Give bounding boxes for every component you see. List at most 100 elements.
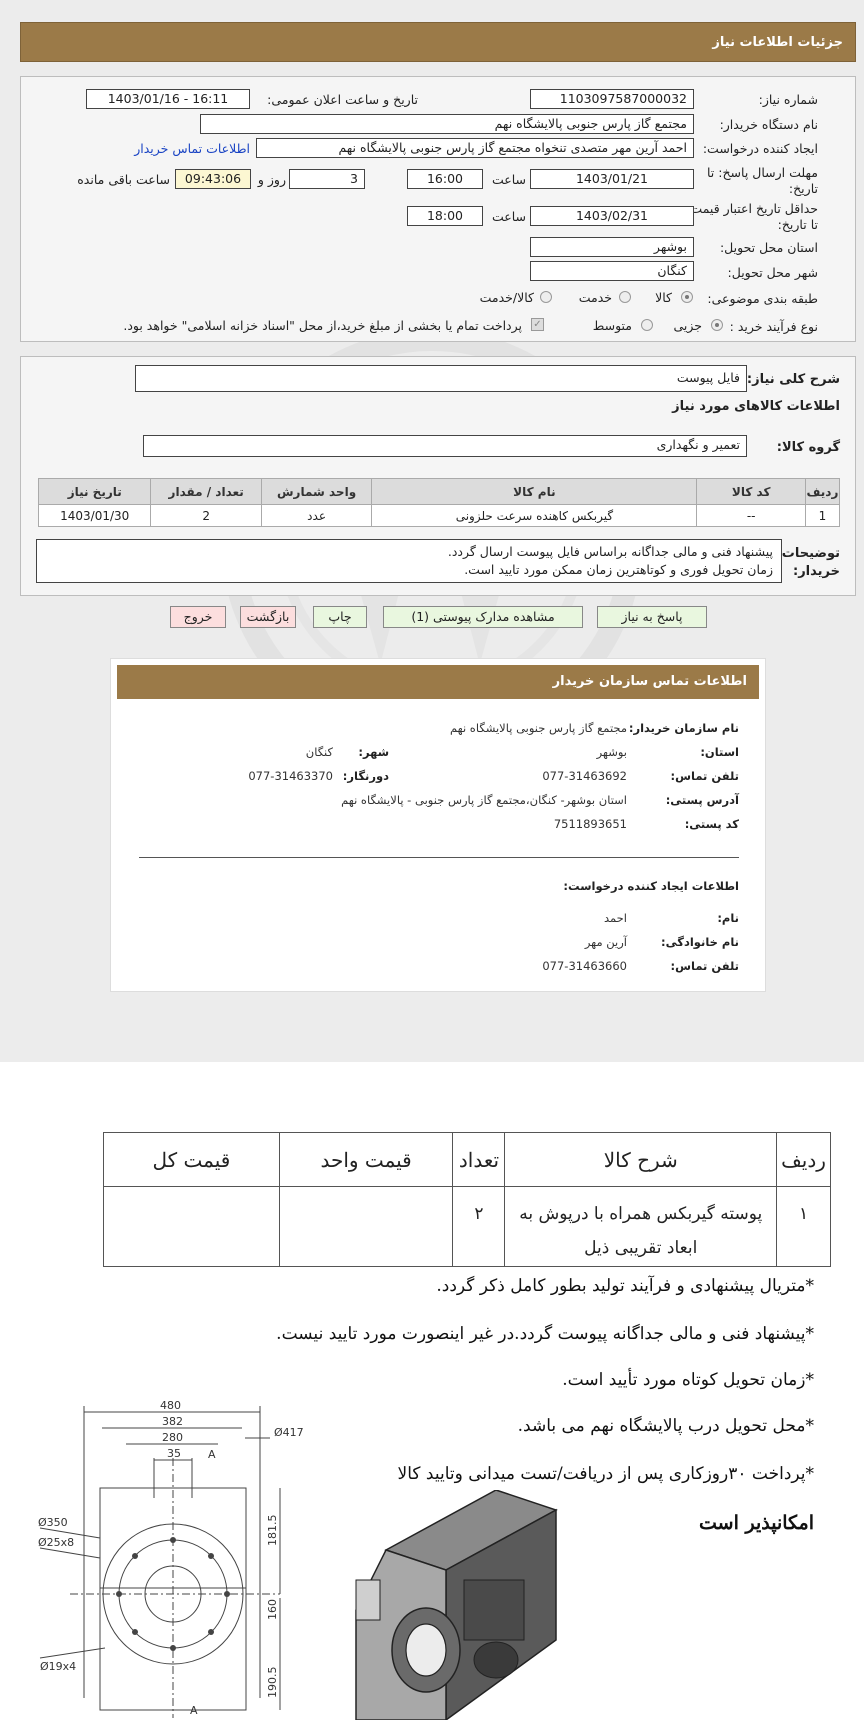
- contact-postal: 7511893651: [553, 817, 627, 831]
- contact-fax-label: دورنگار:: [342, 769, 389, 783]
- doc-note-2: *پیشنهاد فنی و مالی جداگانه پیوست گردد.د…: [276, 1324, 814, 1344]
- group-field[interactable]: تعمیر و نگهداری: [143, 435, 747, 457]
- table-row: ١ پوسته گیربکس همراه با درپوش به ابعاد ت…: [103, 1186, 831, 1267]
- deadline-time-field[interactable]: 16:00: [407, 169, 483, 189]
- doc-note-4: *محل تحویل درب پالایشگاه نهم می باشد.: [517, 1416, 814, 1436]
- table-row[interactable]: 1 -- گیربکس کاهنده سرعت حلزونی عدد 2 140…: [37, 504, 841, 527]
- process-radio-medium[interactable]: [641, 319, 653, 331]
- doc-cell-desc: پوسته گیربکس همراه با درپوش به ابعاد تقر…: [504, 1186, 778, 1267]
- process-option-medium: متوسط: [592, 318, 632, 333]
- validity-time-label: ساعت: [491, 209, 526, 224]
- buyer-org-field[interactable]: مجتمع گاز پارس جنوبی پالایشگاه نهم: [200, 114, 694, 134]
- cell-quantity: 2: [150, 504, 262, 527]
- cell-row-num: 1: [804, 504, 841, 527]
- validity-label: حداقل تاریخ اعتبار قیمت: تا تاریخ:: [686, 201, 818, 232]
- category-radio-both[interactable]: [540, 291, 552, 303]
- doc-cell-qty: ٢: [452, 1186, 506, 1267]
- city-field[interactable]: کنگان: [530, 261, 694, 281]
- category-option-goods: کالا: [655, 290, 672, 305]
- dim-dia-417: Ø417: [274, 1426, 304, 1439]
- contact-header: اطلاعات تماس سازمان خریدار: [117, 665, 759, 699]
- dim-dia-25x8: Ø25x8: [38, 1536, 74, 1549]
- page-title: جزئیات اطلاعات نیاز: [20, 22, 856, 62]
- col-item-code: کد کالا: [696, 478, 806, 505]
- items-heading: اطلاعات کالاهای مورد نیاز: [672, 399, 840, 414]
- payment-note: پرداخت تمام یا بخشی از مبلغ خرید،از محل …: [123, 318, 522, 333]
- gearbox-housing-render: [355, 1490, 558, 1720]
- contact-phone: 077-31463692: [542, 769, 627, 783]
- buyer-notes-field: پیشنهاد فنی و مالی جداگانه براساس فایل پ…: [36, 539, 782, 583]
- contact-address: استان بوشهر- کنگان،مجتمع گاز پارس جنوبی …: [341, 793, 627, 807]
- doc-note-3: *زمان تحویل کوتاه مورد تأیید است.: [562, 1370, 814, 1390]
- requester-phone-label: تلفن تماس:: [670, 959, 739, 973]
- contact-org: مجتمع گاز پارس جنوبی پالایشگاه نهم: [450, 721, 627, 735]
- dim-190-5: 190.5: [266, 1667, 279, 1699]
- reply-button[interactable]: پاسخ به نیاز: [597, 606, 707, 628]
- announce-field[interactable]: 1403/01/16 - 16:11: [86, 89, 250, 109]
- requester-name-label: نام:: [717, 911, 739, 925]
- validity-date-field[interactable]: 1403/02/31: [530, 206, 694, 226]
- requester-phone: 077-31463660: [542, 959, 627, 973]
- process-option-minor: جزیی: [673, 318, 702, 333]
- doc-col-unit-price: قیمت واحد: [278, 1132, 454, 1187]
- days-field[interactable]: 3: [289, 169, 365, 189]
- requester-family: آرین مهر: [584, 935, 627, 949]
- dim-160: 160: [266, 1599, 279, 1620]
- contact-city: کنگان: [305, 745, 333, 759]
- items-table: ردیف کد کالا نام کالا واحد شمارش تعداد /…: [37, 478, 841, 527]
- col-unit: واحد شمارش: [260, 478, 373, 505]
- doc-col-total-price: قیمت کل: [103, 1132, 280, 1187]
- contact-province: بوشهر: [596, 745, 627, 759]
- exit-button[interactable]: خروج: [170, 606, 226, 628]
- cell-unit: عدد: [260, 504, 373, 527]
- province-label: استان محل تحویل:: [719, 240, 818, 255]
- print-button[interactable]: چاپ: [313, 606, 367, 628]
- contact-postal-label: کد پستی:: [684, 817, 739, 831]
- cell-item-name: گیربکس کاهنده سرعت حلزونی: [371, 504, 698, 527]
- category-radio-goods[interactable]: [681, 291, 693, 303]
- doc-col-row: ردیف: [776, 1132, 831, 1187]
- remaining-label: ساعت باقی مانده: [77, 172, 170, 187]
- contact-divider: [139, 857, 739, 858]
- deadline-time-label: ساعت: [491, 172, 526, 187]
- process-label: نوع فرآیند خرید :: [729, 319, 818, 334]
- buyer-contact-link[interactable]: اطلاعات تماس خریدار: [134, 141, 250, 156]
- dim-480: 480: [160, 1399, 181, 1412]
- contact-address-label: آدرس پستی:: [665, 793, 739, 807]
- requester-name: احمد: [604, 911, 627, 925]
- category-radio-service[interactable]: [619, 291, 631, 303]
- dim-dia-19x4: Ø19x4: [40, 1660, 76, 1673]
- doc-col-desc: شرح کالا: [504, 1132, 778, 1187]
- col-quantity: تعداد / مقدار: [150, 478, 262, 505]
- need-number-field[interactable]: 1103097587000032: [530, 89, 694, 109]
- back-button[interactable]: بازگشت: [240, 606, 296, 628]
- deadline-label: مهلت ارسال پاسخ: تا تاریخ:: [707, 165, 818, 196]
- validity-time-field[interactable]: 18:00: [407, 206, 483, 226]
- dim-382: 382: [162, 1415, 183, 1428]
- doc-cell-unit-price: [278, 1186, 454, 1267]
- doc-cell-row: ١: [776, 1186, 831, 1267]
- requester-field[interactable]: احمد آرین مهر متصدی تنخواه مجتمع گاز پار…: [256, 138, 694, 158]
- deadline-date-field[interactable]: 1403/01/21: [530, 169, 694, 189]
- col-need-date: تاریخ نیاز: [37, 478, 152, 505]
- province-field[interactable]: بوشهر: [530, 237, 694, 257]
- contact-city-label: شهر:: [358, 745, 389, 759]
- process-radio-minor[interactable]: [711, 319, 723, 331]
- requester-family-label: نام خانوادگی:: [661, 935, 739, 949]
- section-a-top: A: [208, 1448, 216, 1461]
- gearbox-technical-drawing: 480 382 280 35 A Ø417 Ø350 Ø25x8 Ø19x4 1…: [38, 1399, 304, 1718]
- dim-35: 35: [167, 1447, 181, 1460]
- buyer-notes-line-2: زمان تحویل فوری و کوتاهترین زمان ممکن مو…: [464, 562, 773, 577]
- days-label: روز و: [257, 172, 286, 187]
- col-item-name: نام کالا: [371, 478, 698, 505]
- attachments-button[interactable]: مشاهده مدارک پیوستی (1): [383, 606, 583, 628]
- city-label: شهر محل تحویل:: [727, 265, 818, 280]
- remaining-time-field: 09:43:06: [175, 169, 251, 189]
- attachment-table: ردیف شرح کالا تعداد قیمت واحد قیمت کل ١ …: [103, 1132, 831, 1267]
- requester-label: ایجاد کننده درخواست:: [702, 141, 818, 156]
- general-desc-field[interactable]: فایل پیوست: [135, 365, 747, 392]
- buyer-notes-label-1: توضیحات: [781, 546, 840, 561]
- attachment-table-header: ردیف شرح کالا تعداد قیمت واحد قیمت کل: [103, 1132, 831, 1187]
- buyer-notes-label-2: خریدار:: [793, 564, 840, 579]
- dim-dia-350: Ø350: [38, 1516, 68, 1529]
